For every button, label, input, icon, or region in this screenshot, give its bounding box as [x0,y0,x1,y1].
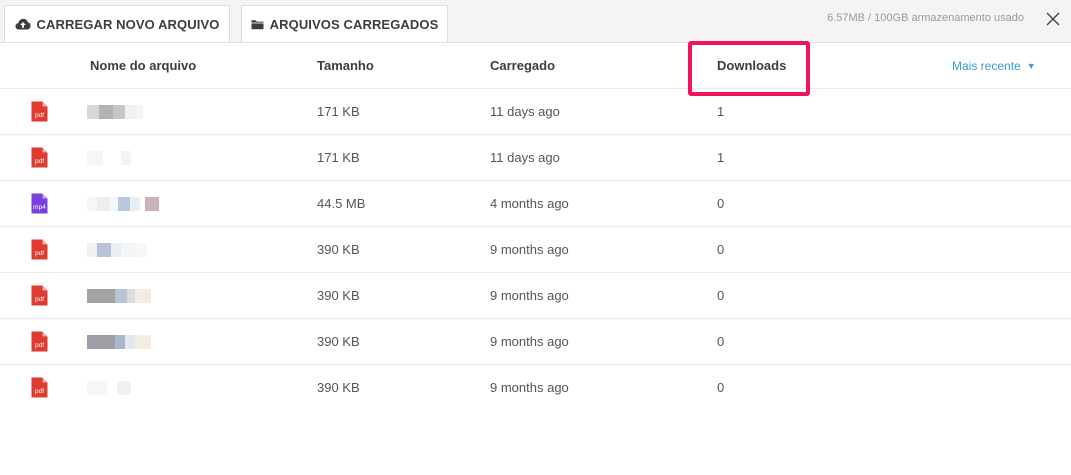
file-size: 171 KB [317,150,360,165]
table-row[interactable]: pdf 390 KB 9 months ago 0 [0,227,1071,273]
header-uploaded[interactable]: Carregado [490,58,555,73]
storage-usage: 6.57MB / 100GB armazenamento usado [827,12,1024,24]
pdf-file-icon: pdf [31,101,48,122]
file-uploaded-date: 4 months ago [490,196,569,211]
svg-text:pdf: pdf [35,112,44,119]
top-bar: CARREGAR NOVO ARQUIVO ARQUIVOS CARREGADO… [0,0,1071,43]
pdf-file-icon: pdf [31,331,48,352]
file-uploaded-date: 9 months ago [490,334,569,349]
table-row[interactable]: pdf 171 KB 11 days ago 1 [0,89,1071,135]
svg-text:mp4: mp4 [33,204,46,211]
table-row[interactable]: pdf 390 KB 9 months ago 0 [0,319,1071,365]
tab-upload-new-file[interactable]: CARREGAR NOVO ARQUIVO [4,5,230,42]
pdf-file-icon: pdf [31,147,48,168]
file-name-redacted[interactable] [87,243,159,257]
file-size: 171 KB [317,104,360,119]
file-download-count: 0 [717,380,725,395]
table-row[interactable]: pdf 390 KB 9 months ago 0 [0,365,1071,410]
file-download-count: 1 [717,150,725,165]
file-uploaded-date: 9 months ago [490,288,569,303]
file-download-count: 0 [717,196,725,211]
file-name-redacted[interactable] [87,335,159,349]
folder-icon [251,19,264,30]
svg-text:pdf: pdf [35,250,44,257]
file-size: 390 KB [317,334,360,349]
tab-uploaded-label: ARQUIVOS CARREGADOS [269,16,439,32]
table-row[interactable]: pdf 390 KB 9 months ago 0 [0,273,1071,319]
pdf-file-icon: pdf [31,239,48,260]
file-uploaded-date: 9 months ago [490,380,569,395]
file-uploaded-date: 9 months ago [490,242,569,257]
svg-text:pdf: pdf [35,388,44,395]
pdf-file-icon: pdf [31,377,48,398]
header-size[interactable]: Tamanho [317,58,374,73]
header-file-name[interactable]: Nome do arquivo [90,58,196,73]
sort-label: Mais recente [952,59,1021,73]
file-uploaded-date: 11 days ago [490,104,560,119]
svg-text:pdf: pdf [35,158,44,165]
file-name-redacted[interactable] [87,381,159,395]
mp4-file-icon: mp4 [31,193,48,214]
file-name-redacted[interactable] [87,151,159,165]
file-download-count: 0 [717,288,725,303]
downloads-highlight-box [688,41,810,96]
file-uploaded-date: 11 days ago [490,150,560,165]
file-download-count: 0 [717,334,725,349]
file-size: 390 KB [317,380,360,395]
svg-text:pdf: pdf [35,296,44,303]
file-name-redacted[interactable] [87,197,160,211]
svg-text:pdf: pdf [35,342,44,349]
cloud-upload-icon [15,18,31,30]
pdf-file-icon: pdf [31,285,48,306]
tab-uploaded-files[interactable]: ARQUIVOS CARREGADOS [241,5,448,42]
file-size: 390 KB [317,242,360,257]
caret-down-icon: ▼ [1026,61,1036,71]
file-name-redacted[interactable] [87,105,159,119]
file-size: 44.5 MB [317,196,366,211]
sort-dropdown[interactable]: Mais recente ▼ [952,59,1036,73]
table-row[interactable]: pdf 171 KB 11 days ago 1 [0,135,1071,181]
table-header: Nome do arquivo Tamanho Carregado Downlo… [0,43,1071,89]
table-row[interactable]: mp4 44.5 MB 4 months ago 0 [0,181,1071,227]
tab-upload-label: CARREGAR NOVO ARQUIVO [36,16,220,32]
file-name-redacted[interactable] [87,289,159,303]
file-size: 390 KB [317,288,360,303]
file-download-count: 1 [717,104,725,119]
file-download-count: 0 [717,242,725,257]
close-icon[interactable] [1045,11,1061,27]
